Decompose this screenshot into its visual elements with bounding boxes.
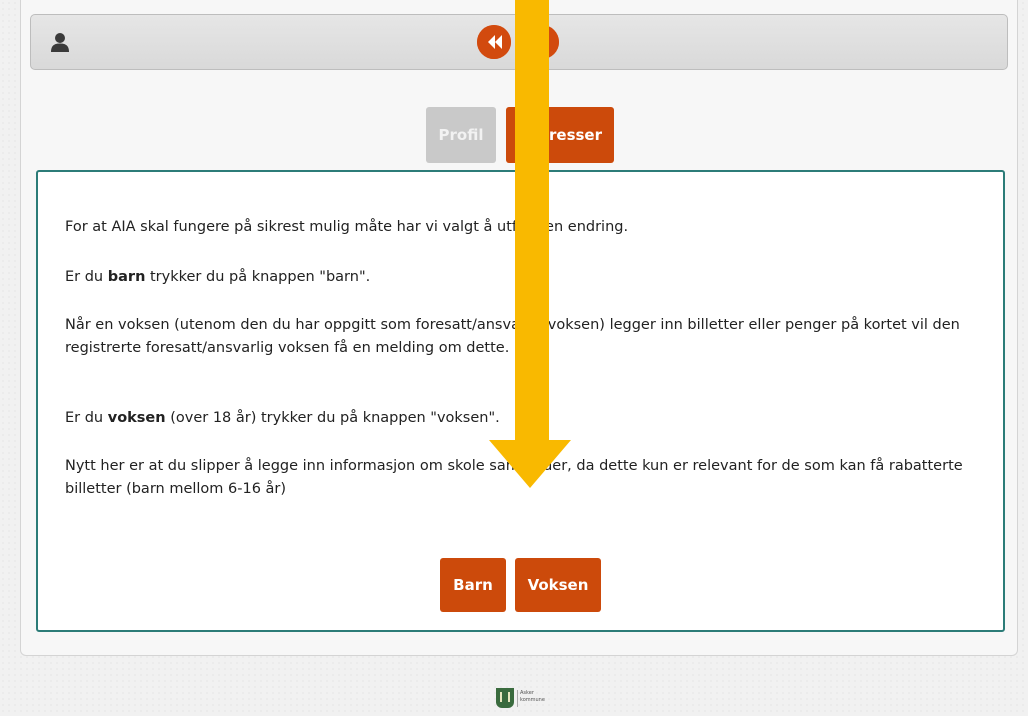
info-dialog: P For at AIA skal fungere på sikrest mul…: [36, 170, 1005, 632]
info-paragraph-1: For at AIA skal fungere på sikrest mulig…: [65, 219, 629, 235]
next-button[interactable]: [525, 25, 559, 59]
double-chevron-right-icon: [525, 25, 559, 59]
info-paragraph-4: Er du voksen (over 18 år) trykker du på …: [65, 410, 500, 426]
info-paragraph-2: Er du barn trykker du på knappen "barn".: [65, 269, 371, 285]
logo-text: Asker kommune: [520, 690, 545, 703]
tab-interesser[interactable]: eresser: [506, 107, 614, 163]
top-bar: [30, 14, 1008, 70]
tab-profil[interactable]: Profil: [426, 107, 496, 163]
user-icon[interactable]: [49, 31, 71, 53]
double-chevron-left-icon: [477, 25, 511, 59]
municipality-logo: Asker kommune: [496, 688, 548, 710]
barn-button[interactable]: Barn: [440, 558, 506, 612]
crest-icon: [496, 688, 514, 708]
previous-button[interactable]: [477, 25, 511, 59]
info-paragraph-5: Nytt her er at du slipper å legge inn in…: [65, 458, 963, 497]
voksen-button[interactable]: Voksen: [515, 558, 601, 612]
info-paragraph-3: Når en voksen (utenom den du har oppgitt…: [65, 317, 960, 356]
navigation-arrows: [475, 25, 563, 61]
dialog-title: P: [514, 184, 527, 204]
